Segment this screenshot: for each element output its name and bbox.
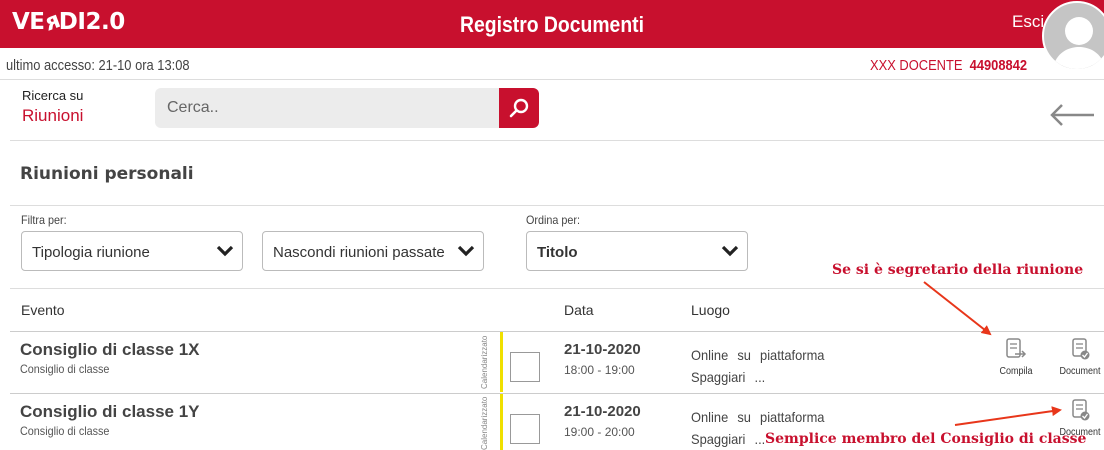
filter-label: Filtra per: bbox=[21, 213, 67, 227]
divider bbox=[10, 205, 1104, 206]
event-type: Consiglio di classe bbox=[20, 362, 110, 376]
arrow-left-icon bbox=[1050, 104, 1094, 126]
sort-label: Ordina per: bbox=[526, 213, 581, 227]
teacher-info: XXX DOCENTE 44908842 bbox=[870, 57, 1027, 74]
search-icon bbox=[509, 98, 529, 118]
chevron-down-icon bbox=[216, 245, 234, 257]
last-access-text: ultimo accesso: 21-10 ora 13:08 bbox=[6, 57, 190, 74]
annotation-arrow-member bbox=[954, 406, 1062, 426]
event-place: Online su piattaforma Spaggiari ... bbox=[691, 344, 824, 388]
divider bbox=[10, 331, 1104, 332]
document-icon bbox=[1072, 399, 1090, 421]
chevron-down-icon bbox=[457, 245, 475, 257]
column-header-date: Data bbox=[564, 302, 594, 318]
event-place-line1: Online su piattaforma bbox=[691, 347, 825, 363]
divider bbox=[10, 393, 1104, 394]
event-time: 19:00 - 20:00 bbox=[564, 425, 635, 439]
document-label: Document bbox=[1059, 366, 1101, 377]
row-checkbox[interactable] bbox=[510, 414, 540, 444]
compile-icon bbox=[1006, 338, 1027, 358]
avatar[interactable] bbox=[1042, 1, 1104, 71]
status-label: Calendarizzato bbox=[480, 396, 489, 450]
event-type: Consiglio di classe bbox=[20, 424, 110, 438]
back-button[interactable] bbox=[1048, 100, 1096, 130]
event-place-line1: Online su piattaforma bbox=[691, 409, 825, 425]
status-bar bbox=[500, 332, 503, 392]
divider bbox=[10, 140, 1104, 141]
event-date: 21-10-2020 bbox=[564, 341, 641, 358]
divider bbox=[10, 288, 1104, 289]
event-place-line2: Spaggiari ... bbox=[691, 431, 766, 447]
status-bar bbox=[500, 394, 503, 450]
sort-select[interactable]: Titolo bbox=[526, 231, 748, 271]
event-title[interactable]: Consiglio di classe 1X bbox=[20, 340, 200, 360]
user-info-bar: ultimo accesso: 21-10 ora 13:08 XXX DOCE… bbox=[0, 48, 1104, 80]
teacher-role: XXX DOCENTE bbox=[870, 57, 963, 74]
column-header-place: Luogo bbox=[691, 302, 730, 318]
annotation-arrow-secretary bbox=[923, 281, 992, 336]
compile-button[interactable]: Compila bbox=[991, 337, 1041, 377]
page-title: Registro Documenti bbox=[460, 12, 644, 37]
top-bar: VEʀDI2.0 Registro Documenti Esci bbox=[0, 0, 1104, 48]
user-icon bbox=[1052, 17, 1104, 69]
row-checkbox[interactable] bbox=[510, 352, 540, 382]
search-label: Ricerca su bbox=[22, 88, 84, 103]
status-label: Calendarizzato bbox=[480, 335, 489, 389]
event-title[interactable]: Consiglio di classe 1Y bbox=[20, 402, 200, 422]
column-header-event: Evento bbox=[21, 302, 65, 318]
event-date: 21-10-2020 bbox=[564, 403, 641, 420]
compile-label: Compila bbox=[999, 366, 1033, 377]
meeting-type-value: Tipologia riunione bbox=[32, 244, 150, 261]
annotation-secretary: Se si è segretario della riunione bbox=[832, 262, 1084, 278]
section-title: Riunioni personali bbox=[20, 164, 194, 184]
annotation-member: Semplice membro del Consiglio di classe bbox=[765, 431, 1087, 447]
event-time: 18:00 - 19:00 bbox=[564, 363, 635, 377]
meeting-type-select[interactable]: Tipologia riunione bbox=[21, 231, 243, 271]
event-place-line2: Spaggiari ... bbox=[691, 369, 766, 385]
past-meetings-select[interactable]: Nascondi riunioni passate bbox=[262, 231, 484, 271]
search-input[interactable]: Cerca.. bbox=[155, 88, 500, 128]
search-button[interactable] bbox=[499, 88, 539, 128]
chevron-down-icon bbox=[721, 245, 739, 257]
document-button[interactable]: Document bbox=[1056, 337, 1104, 377]
teacher-code: 44908842 bbox=[969, 57, 1028, 74]
search-scope[interactable]: Riunioni bbox=[22, 106, 83, 126]
logout-button[interactable]: Esci bbox=[1012, 12, 1044, 32]
document-icon bbox=[1072, 338, 1090, 360]
past-meetings-value: Nascondi riunioni passate bbox=[273, 244, 445, 261]
sort-value: Titolo bbox=[537, 244, 578, 261]
